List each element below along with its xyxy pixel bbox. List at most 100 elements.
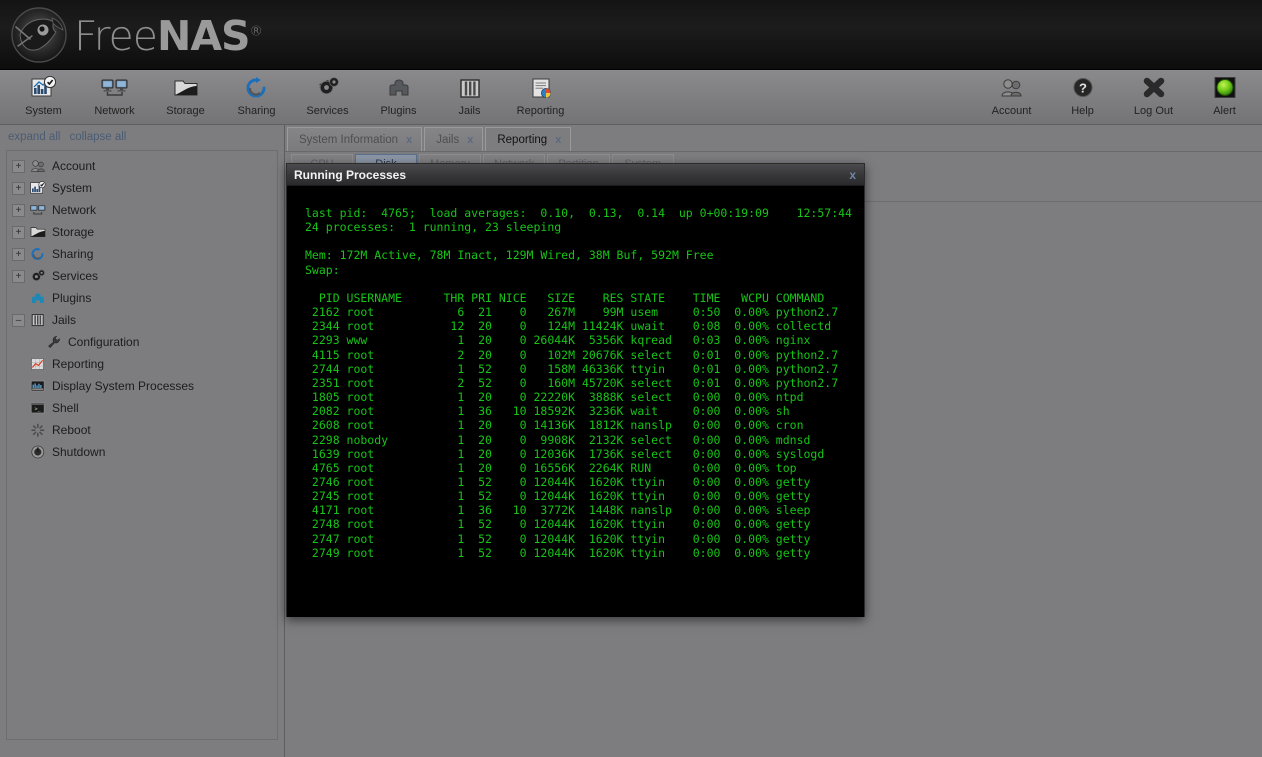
sidebar-item-sharing[interactable]: + Sharing bbox=[7, 243, 277, 265]
sidebar-item-label: Services bbox=[52, 269, 99, 283]
reboot-spinner-icon bbox=[29, 422, 47, 438]
collapse-all-link[interactable]: collapse all bbox=[69, 131, 126, 143]
sidebar-item-label: Jails bbox=[52, 313, 77, 327]
terminal-line: 1805 root 1 20 0 22220K 3888K select 0:0… bbox=[305, 390, 804, 405]
toolbar-button-alert[interactable]: Alert bbox=[1189, 70, 1260, 125]
svg-text:?: ? bbox=[1079, 81, 1087, 96]
toolbar-button-sharing[interactable]: Sharing bbox=[221, 70, 292, 125]
app-header: FreeNAS® bbox=[0, 0, 1262, 70]
toolbar-label: System bbox=[25, 105, 62, 117]
plugins-puzzle-icon bbox=[29, 290, 47, 306]
help-question-icon: ? bbox=[1070, 74, 1096, 102]
sidebar-item-reporting[interactable]: Reporting bbox=[7, 353, 277, 375]
toolbar-button-services[interactable]: Services bbox=[292, 70, 363, 125]
sidebar-item-label: Display System Processes bbox=[52, 379, 195, 393]
running-processes-dialog: Running Processes x last pid: 4765; load… bbox=[286, 163, 865, 617]
account-users-icon bbox=[999, 74, 1025, 102]
expander-toggle[interactable]: + bbox=[12, 269, 25, 283]
toolbar-label: Log Out bbox=[1133, 105, 1174, 117]
tab-system-information[interactable]: System Information x bbox=[287, 127, 423, 151]
terminal-line: 2351 root 2 52 0 160M 45720K select 0:01… bbox=[305, 375, 839, 390]
toolbar-label: Alert bbox=[1213, 105, 1236, 117]
sidebar-item-shutdown[interactable]: Shutdown bbox=[7, 441, 277, 463]
sharing-refresh-icon bbox=[244, 74, 270, 102]
tab-reporting[interactable]: Reporting x bbox=[485, 127, 572, 151]
brand-name-bold: NAS bbox=[157, 12, 251, 60]
tab-jails[interactable]: Jails x bbox=[424, 127, 484, 151]
reporting-graph-icon bbox=[29, 356, 47, 372]
toolbar-button-plugins[interactable]: Plugins bbox=[363, 70, 434, 125]
toolbar-button-logout[interactable]: Log Out bbox=[1118, 70, 1189, 125]
expander-toggle[interactable]: + bbox=[12, 181, 25, 195]
toolbar-button-network[interactable]: Network bbox=[79, 70, 150, 125]
freenas-fish-logo-icon bbox=[8, 5, 70, 65]
sidebar-item-storage[interactable]: + Storage bbox=[7, 221, 277, 243]
terminal-line: 1639 root 1 20 0 12036K 1736K select 0:0… bbox=[305, 446, 825, 461]
toolbar-button-jails[interactable]: Jails bbox=[434, 70, 505, 125]
dialog-title-bar[interactable]: Running Processes x bbox=[287, 164, 864, 186]
toolbar-button-storage[interactable]: Storage bbox=[150, 70, 221, 125]
expander-toggle[interactable]: + bbox=[12, 225, 25, 239]
toolbar-label: Plugins bbox=[380, 105, 417, 117]
terminal-line: last pid: 4765; load averages: 0.10, 0.1… bbox=[305, 206, 852, 220]
sidebar-item-network[interactable]: + Network bbox=[7, 199, 277, 221]
terminal-line: 2749 root 1 52 0 12044K 1620K ttyin 0:00… bbox=[305, 545, 811, 560]
sharing-refresh-icon bbox=[29, 246, 47, 262]
sidebar-item-label: Account bbox=[52, 159, 96, 173]
sidebar-item-plugins[interactable]: Plugins bbox=[7, 287, 277, 309]
terminal-line: 2344 root 12 20 0 124M 11424K uwait 0:08… bbox=[305, 319, 832, 334]
toolbar-button-system[interactable]: System bbox=[8, 70, 79, 125]
expand-all-link[interactable]: expand all bbox=[8, 131, 60, 143]
toolbar-label: Jails bbox=[458, 105, 481, 117]
tab-strip: System Information x Jails x Reporting x bbox=[285, 125, 1262, 152]
sidebar-item-reboot[interactable]: Reboot bbox=[7, 419, 277, 441]
toolbar-left-group: System Network Storage Sharing Services … bbox=[8, 70, 576, 125]
services-gears-icon bbox=[29, 268, 47, 284]
sidebar-item-label: Network bbox=[52, 203, 97, 217]
sidebar-item-label: Plugins bbox=[52, 291, 92, 305]
dialog-close-icon[interactable]: x bbox=[846, 168, 859, 182]
expander-toggle[interactable]: – bbox=[12, 313, 25, 327]
tab-label: Reporting bbox=[497, 133, 548, 146]
main-toolbar: System Network Storage Sharing Services … bbox=[0, 70, 1262, 125]
brand-name-light: Free bbox=[74, 12, 158, 60]
terminal-line: 4765 root 1 20 0 16556K 2264K RUN 0:00 0… bbox=[305, 460, 797, 475]
expander-toggle[interactable]: + bbox=[12, 203, 25, 217]
sidebar-item-label: Shutdown bbox=[52, 445, 106, 459]
freenas-web-ui: FreeNAS® System Network Storage Sharing … bbox=[0, 0, 1262, 757]
expander-toggle[interactable]: + bbox=[12, 159, 25, 173]
network-two-monitors-icon bbox=[101, 74, 129, 102]
expander-toggle[interactable]: + bbox=[12, 247, 25, 261]
sidebar-item-display-system-processes[interactable]: Display System Processes bbox=[7, 375, 277, 397]
sidebar-item-label: Reporting bbox=[52, 357, 105, 371]
terminal-line: 2298 nobody 1 20 0 9908K 2132K select 0:… bbox=[305, 432, 811, 447]
tab-close-icon[interactable]: x bbox=[406, 134, 412, 146]
brand-name: FreeNAS® bbox=[74, 12, 263, 60]
terminal-line: PID USERNAME THR PRI NICE SIZE RES STATE… bbox=[305, 290, 825, 305]
tab-close-icon[interactable]: x bbox=[555, 134, 561, 146]
terminal-line: 2608 root 1 20 0 14136K 1812K nanslp 0:0… bbox=[305, 418, 804, 433]
sidebar-tree-controls: expand all collapse all bbox=[0, 125, 284, 147]
reporting-chart-page-icon bbox=[528, 74, 554, 102]
sidebar-item-system[interactable]: + System bbox=[7, 177, 277, 199]
sidebar-item-services[interactable]: + Services bbox=[7, 265, 277, 287]
terminal-line: Swap: bbox=[305, 262, 347, 277]
wrench-icon bbox=[45, 334, 63, 350]
sidebar-item-label: Reboot bbox=[52, 423, 91, 437]
jails-bars-icon bbox=[457, 74, 483, 102]
toolbar-button-help[interactable]: ? Help bbox=[1047, 70, 1118, 125]
toolbar-label: Reporting bbox=[516, 105, 565, 117]
toolbar-label: Help bbox=[1071, 105, 1094, 117]
top-output-terminal: last pid: 4765; load averages: 0.10, 0.1… bbox=[287, 186, 864, 617]
sidebar-item-configuration[interactable]: Configuration bbox=[7, 331, 277, 353]
toolbar-button-account[interactable]: Account bbox=[976, 70, 1047, 125]
tab-close-icon[interactable]: x bbox=[467, 134, 473, 146]
sidebar-item-shell[interactable]: >_ Shell bbox=[7, 397, 277, 419]
terminal-line: 2745 root 1 52 0 12044K 1620K ttyin 0:00… bbox=[305, 489, 811, 504]
svg-text:>_: >_ bbox=[35, 407, 42, 413]
toolbar-button-reporting[interactable]: Reporting bbox=[505, 70, 576, 125]
terminal-line: 2748 root 1 52 0 12044K 1620K ttyin 0:00… bbox=[305, 517, 811, 532]
sidebar-item-account[interactable]: + Account bbox=[7, 155, 277, 177]
sidebar-item-jails[interactable]: – Jails bbox=[7, 309, 277, 331]
brand-registered-mark: ® bbox=[249, 24, 263, 40]
